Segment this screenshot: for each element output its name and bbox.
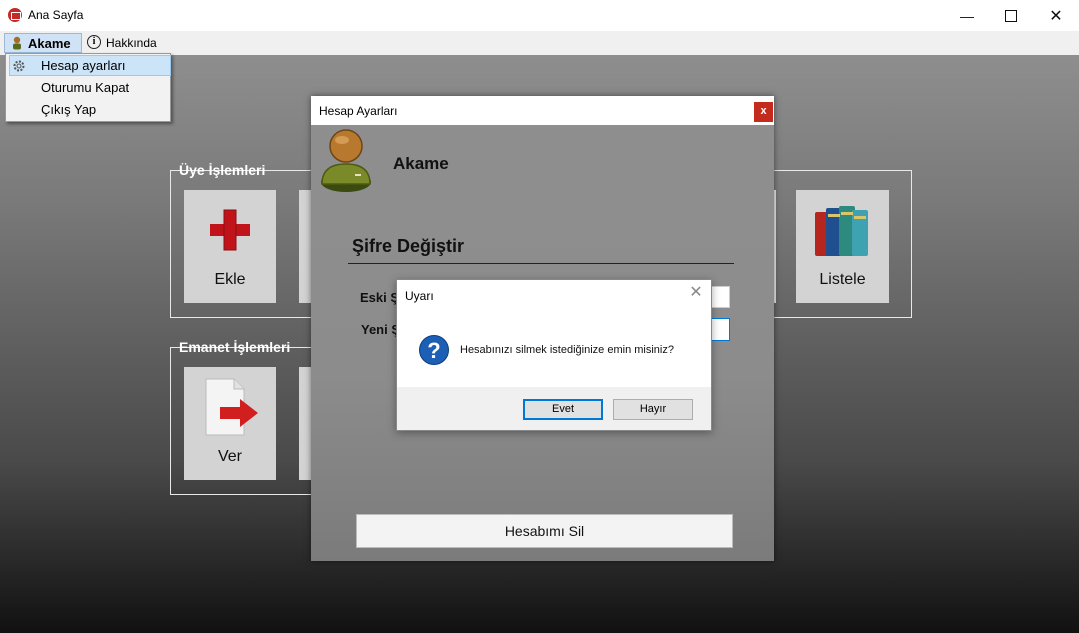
list-members-label: Listele	[819, 271, 866, 288]
window-title: Ana Sayfa	[28, 8, 84, 22]
menu-item-label: Oturumu Kapat	[41, 80, 130, 95]
tile-partial[interactable]	[299, 367, 311, 480]
user-menu[interactable]: Akame	[4, 33, 82, 53]
about-menu[interactable]: Hakkında	[106, 36, 157, 50]
new-password-label: Yeni Ş	[361, 322, 401, 337]
yes-button[interactable]: Evet	[523, 399, 603, 420]
plus-icon	[210, 209, 250, 251]
tile-partial[interactable]	[299, 190, 311, 303]
account-username: Akame	[393, 154, 449, 173]
add-member-label: Ekle	[214, 271, 246, 288]
no-button[interactable]: Hayır	[613, 399, 693, 420]
user-dropdown-menu: Hesap ayarları Oturumu Kapat Çıkış Yap	[5, 53, 171, 122]
user-icon	[13, 36, 21, 50]
document-arrow-icon	[205, 378, 258, 436]
loan-operations-label: Emanet İşlemleri	[179, 339, 291, 355]
user-avatar-icon	[321, 129, 371, 192]
menu-item-account-settings[interactable]: Hesap ayarları	[6, 55, 170, 77]
menu-item-exit[interactable]: Çıkış Yap	[6, 99, 170, 121]
menu-item-label: Hesap ayarları	[41, 58, 126, 73]
tile-partial-edge	[774, 190, 776, 303]
close-icon: ✕	[1049, 7, 1063, 25]
member-operations-label: Üye İşlemleri	[179, 162, 266, 178]
delete-account-button[interactable]: Hesabımı Sil	[356, 514, 733, 548]
menu-item-label: Çıkış Yap	[41, 102, 97, 117]
books-icon	[815, 206, 868, 256]
group-border	[300, 347, 311, 348]
list-members-tile[interactable]: Listele	[796, 190, 889, 303]
dialog-close-button[interactable]: x	[754, 102, 773, 122]
old-password-label: Eski Ş	[360, 290, 400, 305]
gear-icon	[13, 60, 25, 72]
confirm-close-icon[interactable]: ✕	[688, 284, 704, 302]
confirm-message: Hesabınızı silmek istediğinize emin misi…	[460, 344, 674, 356]
minimize-button[interactable]: —	[944, 0, 990, 31]
question-icon: ?	[419, 335, 449, 365]
menubar	[0, 31, 1079, 55]
lend-tile[interactable]: Ver	[184, 367, 276, 480]
window-titlebar	[0, 0, 1079, 31]
add-member-tile[interactable]: Ekle	[184, 190, 276, 303]
minimize-icon: —	[960, 7, 974, 24]
user-menu-label: Akame	[28, 36, 71, 51]
confirm-dialog-title: Uyarı	[405, 289, 434, 303]
menu-item-logout[interactable]: Oturumu Kapat	[6, 77, 170, 99]
close-window-button[interactable]: ✕	[1033, 0, 1079, 31]
app-book-icon	[8, 8, 22, 22]
divider	[348, 263, 734, 264]
maximize-icon	[1005, 9, 1017, 22]
maximize-button[interactable]	[988, 0, 1034, 31]
change-password-heading: Şifre Değiştir	[352, 236, 465, 256]
lend-label: Ver	[217, 448, 242, 465]
info-icon[interactable]: i	[87, 35, 101, 49]
dialog-title: Hesap Ayarları	[319, 104, 398, 118]
